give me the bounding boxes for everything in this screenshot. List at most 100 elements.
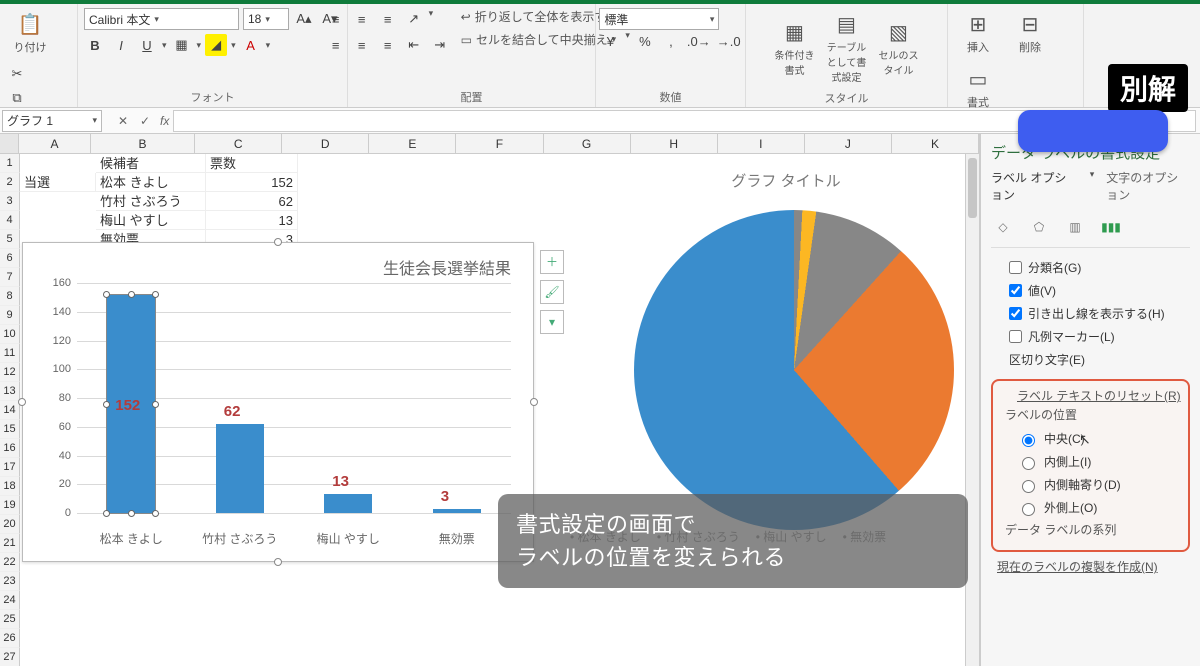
delete-cells-button[interactable]: ⊟ 削除 [1006, 8, 1054, 59]
col-head-G[interactable]: G [544, 134, 631, 153]
cell-styles-button[interactable]: ▧ セルのスタイル [875, 16, 923, 81]
label-options-icon[interactable]: ▮▮▮ [1099, 217, 1123, 237]
reset-label-text-link[interactable]: ラベル テキストのリセット(R) [999, 387, 1182, 404]
resize-handle[interactable] [18, 398, 26, 406]
scrollbar-thumb[interactable] [968, 158, 977, 218]
col-head-B[interactable]: B [91, 134, 195, 153]
tab-text-options[interactable]: 文字のオプション [1106, 169, 1190, 203]
resize-handle[interactable] [274, 558, 282, 566]
row-head-20[interactable]: 20 [0, 515, 20, 534]
col-head-D[interactable]: D [282, 134, 369, 153]
col-head-I[interactable]: I [718, 134, 805, 153]
pie-chart-plot[interactable] [634, 210, 954, 530]
italic-button[interactable]: I [110, 34, 132, 56]
row-head-18[interactable]: 18 [0, 477, 20, 496]
select-all-corner[interactable] [0, 134, 19, 153]
chk-legend-key[interactable]: 凡例マーカー(L) [991, 325, 1190, 348]
chart-filter-button[interactable]: ▾ [540, 310, 564, 334]
chart-styles-button[interactable]: 🖌 [540, 280, 564, 304]
row-head-24[interactable]: 24 [0, 591, 20, 610]
chart-elements-button[interactable]: ＋ [540, 250, 564, 274]
pie-chart-title[interactable]: グラフ タイトル [626, 170, 946, 191]
underline-button[interactable]: U [136, 34, 158, 56]
bold-button[interactable]: B [84, 34, 106, 56]
radio-outside-end-input[interactable] [1022, 503, 1035, 516]
bar-chart-object[interactable]: 生徒会長選挙結果 02040608010012014016015262133 松… [22, 242, 534, 562]
row-head-25[interactable]: 25 [0, 610, 20, 629]
row-head-23[interactable]: 23 [0, 572, 20, 591]
row-head-26[interactable]: 26 [0, 629, 20, 648]
inc-decimal-icon[interactable]: .0→ [686, 30, 712, 52]
cell-B1[interactable]: 候補者 [96, 154, 206, 173]
data-label-2[interactable]: 13 [332, 473, 349, 490]
chk-series-input[interactable] [1009, 261, 1022, 274]
align-right-icon[interactable]: ≡ [377, 34, 399, 56]
cancel-entry-icon[interactable]: ✕ [112, 114, 134, 128]
row-head-14[interactable]: 14 [0, 401, 20, 420]
bar-chart-title[interactable]: 生徒会長選挙結果 [23, 243, 533, 279]
font-size-select[interactable]: 18▾ [243, 8, 289, 30]
align-middle-icon[interactable]: ≡ [351, 8, 373, 30]
radio-outside-end[interactable]: 外側上(O) [999, 496, 1182, 519]
dec-decimal-icon[interactable]: →.0 [716, 30, 742, 52]
col-head-K[interactable]: K [892, 134, 979, 153]
row-head-17[interactable]: 17 [0, 458, 20, 477]
row-head-5[interactable]: 5 [0, 230, 20, 249]
cut-icon[interactable]: ✂ [6, 63, 28, 85]
row-head-19[interactable]: 19 [0, 496, 20, 515]
copy-icon[interactable]: ⧉ [6, 87, 28, 109]
pie-chart-object[interactable] [622, 198, 966, 542]
radio-inside-base[interactable]: 内側軸寄り(D) [999, 473, 1182, 496]
col-head-E[interactable]: E [369, 134, 456, 153]
fill-line-icon[interactable]: ◇ [991, 217, 1015, 237]
row-head-7[interactable]: 7 [0, 268, 20, 287]
row-head-13[interactable]: 13 [0, 382, 20, 401]
chk-value-input[interactable] [1009, 284, 1022, 297]
merge-center-button[interactable]: ▭ セルを結合して中央揃え ▾ [461, 31, 619, 48]
data-label-3[interactable]: 3 [441, 488, 449, 505]
row-head-1[interactable]: 1 [0, 154, 20, 173]
chk-series-name[interactable]: 分類名(G) [991, 256, 1190, 279]
chk-leader-input[interactable] [1009, 307, 1022, 320]
comma-icon[interactable]: , [660, 30, 682, 52]
font-name-select[interactable]: Calibri 本文▾ [84, 8, 239, 30]
bar-2[interactable] [324, 494, 372, 513]
col-head-H[interactable]: H [631, 134, 718, 153]
radio-inside-base-input[interactable] [1022, 480, 1035, 493]
align-bottom-icon[interactable]: ≡ [377, 8, 399, 30]
cell-A2[interactable]: 当選 [20, 173, 96, 192]
row-head-10[interactable]: 10 [0, 325, 20, 344]
radio-inside-end-input[interactable] [1022, 457, 1035, 470]
cell-C4[interactable]: 13 [206, 211, 298, 230]
row-head-9[interactable]: 9 [0, 306, 20, 325]
font-color-button[interactable]: A [240, 34, 262, 56]
paste-button[interactable]: 📋 り付け [6, 8, 54, 59]
indent-inc-icon[interactable]: ⇥ [429, 34, 451, 56]
wrap-text-button[interactable]: ↩ 折り返して全体を表示する [461, 8, 619, 25]
cell-B3[interactable]: 竹村 さぶろう [96, 192, 206, 211]
percent-icon[interactable]: % [634, 30, 656, 52]
bar-3[interactable] [433, 509, 481, 513]
cell-C1[interactable]: 票数 [206, 154, 298, 173]
align-center-icon[interactable]: ≡ [351, 34, 373, 56]
separator-row[interactable]: 区切り文字(E) [991, 348, 1190, 371]
row-head-2[interactable]: 2 [0, 173, 20, 192]
fill-color-button[interactable]: ◢ [205, 34, 227, 56]
row-head-12[interactable]: 12 [0, 363, 20, 382]
format-cells-button[interactable]: ▭ 書式 [954, 63, 1002, 114]
row-head-16[interactable]: 16 [0, 439, 20, 458]
row-head-8[interactable]: 8 [0, 287, 20, 306]
data-label-0[interactable]: 152 [115, 397, 140, 414]
resize-handle[interactable] [530, 398, 538, 406]
row-head-21[interactable]: 21 [0, 534, 20, 553]
tab-label-options[interactable]: ラベル オプション [991, 169, 1078, 203]
row-head-6[interactable]: 6 [0, 249, 20, 268]
row-head-22[interactable]: 22 [0, 553, 20, 572]
format-as-table-button[interactable]: ▤ テーブルとして書式設定 [823, 8, 871, 88]
vertical-scrollbar[interactable] [965, 154, 979, 666]
radio-inside-end[interactable]: 内側上(I) [999, 450, 1182, 473]
row-head-3[interactable]: 3 [0, 192, 20, 211]
row-head-27[interactable]: 27 [0, 648, 20, 666]
data-label-1[interactable]: 62 [224, 403, 241, 420]
col-head-J[interactable]: J [805, 134, 892, 153]
